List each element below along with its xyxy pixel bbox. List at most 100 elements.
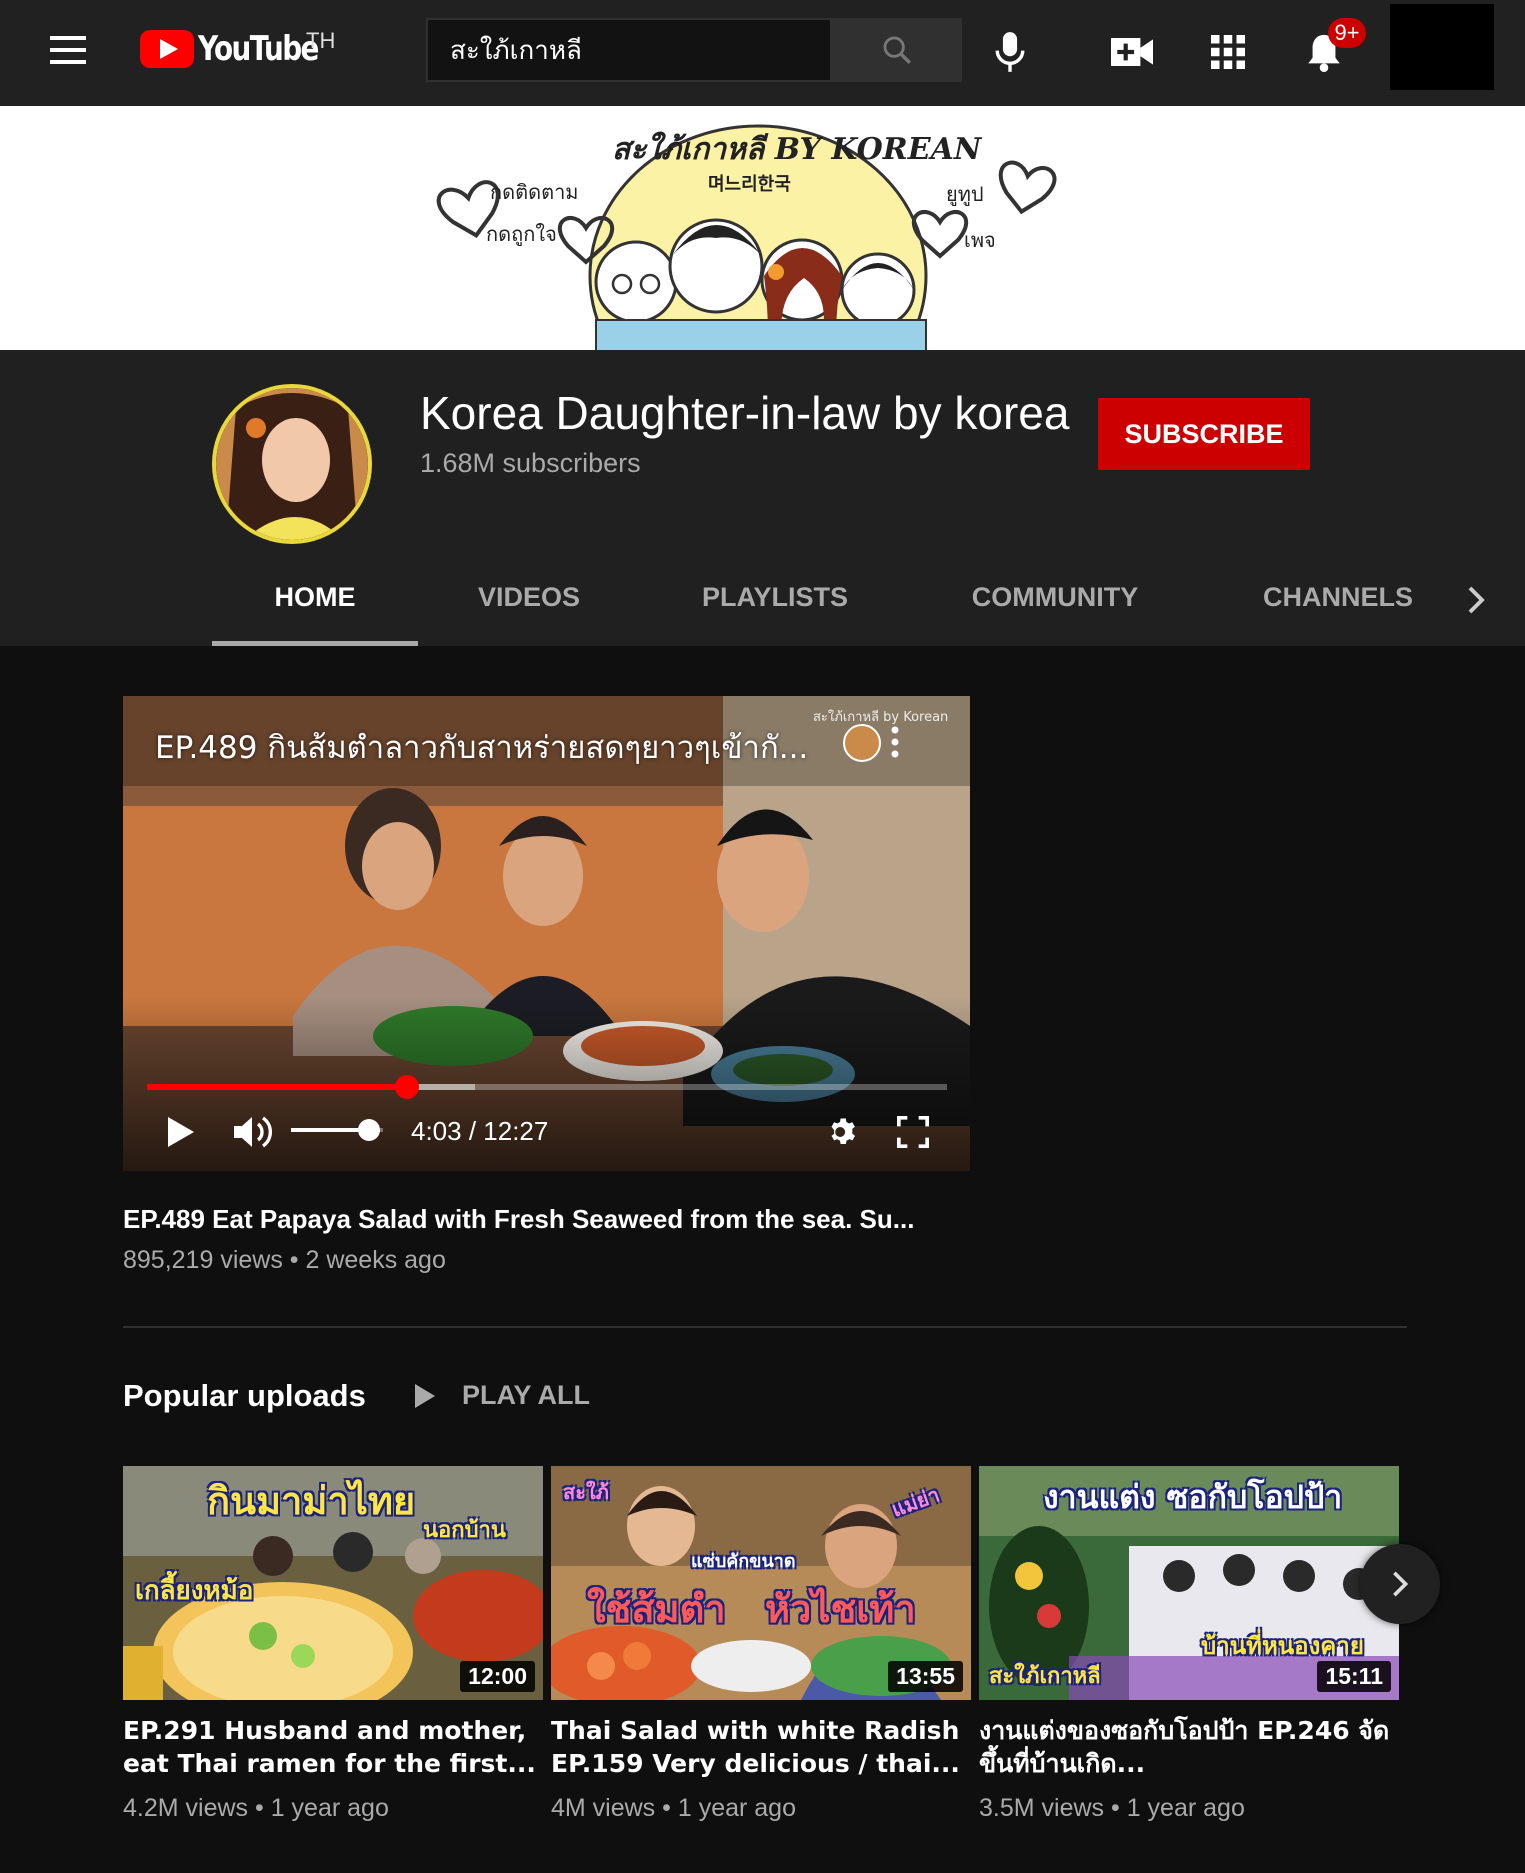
video-duration: 15:11	[1317, 1661, 1391, 1692]
account-avatar[interactable]	[1390, 4, 1494, 90]
chevron-right-icon	[1393, 1571, 1409, 1597]
video-views: 4.2M views	[123, 1794, 249, 1822]
create-video-button[interactable]	[1106, 26, 1158, 78]
search-box	[426, 18, 962, 82]
video-meta: 4M views • 1 year ago	[551, 1794, 971, 1823]
video-age: 1 year ago	[270, 1794, 389, 1822]
subscriber-count: 1.68M subscribers	[420, 448, 641, 478]
search-button[interactable]	[832, 18, 962, 82]
tab-channels[interactable]: CHANNELS	[1200, 548, 1476, 646]
banner-follow-text: กดติดตาม	[490, 180, 579, 204]
tabs-scroll-right-button[interactable]	[1456, 572, 1496, 628]
create-video-icon	[1111, 38, 1153, 66]
meta-separator: •	[1111, 1794, 1127, 1822]
settings-button[interactable]	[821, 1110, 865, 1154]
play-icon	[415, 1383, 435, 1408]
section-title[interactable]: Popular uploads	[123, 1378, 366, 1414]
video-thumbnail[interactable]: กินมาม่าไทย นอกบ้าน เกลี้ยงหม้อ 12:00	[123, 1466, 543, 1700]
channel-banner: สะใภ้เกาหลี BY KOREAN 며느리한국 กดติดตาม กดถ…	[0, 106, 1525, 350]
play-all-label: PLAY ALL	[462, 1380, 591, 1410]
mute-button[interactable]	[229, 1110, 277, 1154]
video-meta: 4.2M views • 1 year ago	[123, 1794, 543, 1823]
video-views: 4M views	[551, 1794, 656, 1822]
video-age: 1 year ago	[677, 1794, 796, 1822]
logo-text: YouTube	[198, 29, 319, 69]
thumbnail-caption: กินมาม่าไทย	[207, 1479, 416, 1523]
more-vertical-icon	[891, 726, 899, 758]
fullscreen-icon	[896, 1115, 930, 1149]
channel-avatar-image	[216, 388, 368, 540]
channel-header: Korea Daughter-in-law by korea 1.68M sub…	[0, 350, 1525, 646]
play-button[interactable]	[159, 1110, 203, 1154]
thumbnail-caption: งานแต่ง ซอกับโอปป้า	[1043, 1478, 1343, 1516]
apps-icon	[1211, 35, 1245, 69]
video-thumbnail[interactable]: สะใภ้ แม่ย่า แซ่บคักขนาด ใช้ส้มตำ หัวไชเ…	[551, 1466, 971, 1700]
playback-time: 4:03 / 12:27	[411, 1116, 549, 1146]
video-title[interactable]: Thai Salad with white Radish EP.159 Very…	[551, 1714, 971, 1780]
subscribe-button[interactable]: SUBSCRIBE	[1098, 398, 1310, 470]
meta-separator: •	[289, 1246, 306, 1274]
thumbnail-caption: นอกบ้าน	[423, 1518, 506, 1543]
play-all-button[interactable]: PLAY ALL	[414, 1380, 590, 1411]
featured-video-title[interactable]: EP.489 Eat Papaya Salad with Fresh Seawe…	[123, 1204, 914, 1235]
volume-slider[interactable]	[291, 1119, 383, 1141]
progress-played	[147, 1084, 407, 1090]
voice-search-button[interactable]	[984, 26, 1036, 78]
tab-home[interactable]: HOME	[212, 548, 418, 646]
banner-page-text: เพจ	[964, 228, 996, 252]
apps-button[interactable]	[1202, 26, 1254, 78]
player-overlay-title[interactable]: EP.489 กินส้มตำลาวกับสาหร่ายสดๆยาวๆเข้าก…	[155, 722, 808, 772]
featured-video-views: 895,219 views	[123, 1246, 283, 1274]
video-card[interactable]: กินมาม่าไทย นอกบ้าน เกลี้ยงหม้อ 12:00 EP…	[123, 1466, 543, 1823]
channel-avatar[interactable]	[212, 384, 372, 544]
thumbnail-caption: แซ่บคักขนาด	[691, 1551, 796, 1572]
banner-title: สะใภ้เกาหลี BY KOREAN	[612, 132, 982, 167]
featured-video-player[interactable]: EP.489 กินส้มตำลาวกับสาหร่ายสดๆยาวๆเข้าก…	[123, 696, 970, 1171]
youtube-play-logo-icon	[140, 30, 194, 68]
masthead: YouTube TH 9+	[0, 0, 1525, 106]
video-views: 3.5M views	[979, 1794, 1105, 1822]
banner-korean-text: 며느리한국	[708, 174, 791, 194]
video-meta: 3.5M views • 1 year ago	[979, 1794, 1399, 1823]
play-icon	[168, 1117, 194, 1147]
menu-icon[interactable]	[48, 36, 88, 66]
thumbnail-caption: ใช้ส้มตำ	[587, 1587, 726, 1631]
section-divider	[123, 1326, 1407, 1328]
featured-video-age: 2 weeks ago	[305, 1246, 446, 1274]
tab-videos[interactable]: VIDEOS	[418, 548, 640, 646]
banner-like-text: กดถูกใจ	[486, 222, 557, 246]
video-title[interactable]: EP.291 Husband and mother, eat Thai rame…	[123, 1714, 543, 1780]
video-title[interactable]: งานแต่งของซอกับโอปป้า EP.246 จัดขึ้นที่บ…	[979, 1714, 1399, 1780]
tab-playlists[interactable]: PLAYLISTS	[640, 548, 910, 646]
progress-scrubber[interactable]	[395, 1075, 419, 1099]
video-card[interactable]: งานแต่ง ซอกับโอปป้า บ้านที่หนองคาย สะใภ้…	[979, 1466, 1399, 1823]
progress-bar[interactable]	[147, 1075, 947, 1099]
mic-icon	[995, 32, 1025, 72]
thumbnail-caption: หัวไชเท้า	[765, 1587, 916, 1631]
search-input[interactable]	[426, 18, 832, 82]
banner-youtube-text: ยูทูป	[946, 182, 984, 206]
region-code: TH	[306, 28, 336, 53]
video-duration: 13:55	[888, 1661, 963, 1692]
thumbnail-caption: บ้านที่หนองคาย	[1201, 1632, 1364, 1660]
video-card[interactable]: สะใภ้ แม่ย่า แซ่บคักขนาด ใช้ส้มตำ หัวไชเ…	[551, 1466, 971, 1823]
thumbnail-caption: สะใภ้เกาหลี	[989, 1664, 1101, 1689]
player-watermark: สะใภ้เกาหลี by Korean	[813, 710, 949, 725]
video-duration: 12:00	[460, 1661, 535, 1692]
notification-badge: 9+	[1328, 18, 1366, 48]
thumbnail-caption: สะใภ้	[563, 1480, 609, 1504]
player-more-button[interactable]	[883, 722, 907, 762]
meta-separator: •	[662, 1794, 678, 1822]
search-icon	[883, 36, 911, 64]
carousel-next-button[interactable]	[1360, 1544, 1440, 1624]
video-thumbnail[interactable]: งานแต่ง ซอกับโอปป้า บ้านที่หนองคาย สะใภ้…	[979, 1466, 1399, 1700]
player-channel-avatar[interactable]	[843, 724, 881, 762]
volume-icon	[234, 1116, 273, 1148]
fullscreen-button[interactable]	[891, 1110, 935, 1154]
featured-video-meta: 895,219 views • 2 weeks ago	[123, 1246, 446, 1275]
meta-separator: •	[255, 1794, 271, 1822]
tab-community[interactable]: COMMUNITY	[910, 548, 1200, 646]
video-age: 1 year ago	[1126, 1794, 1245, 1822]
thumbnail-caption: เกลี้ยงหม้อ	[135, 1576, 254, 1606]
chevron-right-icon	[1468, 586, 1485, 614]
